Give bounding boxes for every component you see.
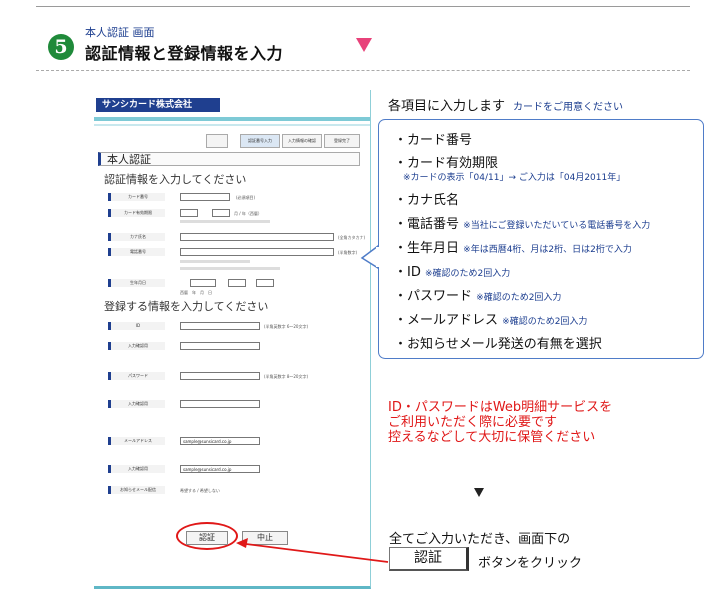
intro-note: カードをご用意ください — [513, 102, 624, 113]
password-input[interactable] — [180, 372, 260, 380]
email-confirm-input[interactable]: sample@sunsicard.co.jp — [180, 465, 260, 473]
step-number-badge: 5 — [48, 34, 74, 60]
crumb-blank — [206, 134, 228, 148]
item-card-number: ・カード番号 — [394, 133, 473, 148]
field-note: (半角英数字 8〜20文字) — [264, 374, 309, 379]
kana-name-input[interactable] — [180, 233, 334, 241]
field-note: 月 / 年（西暦） — [234, 211, 262, 216]
item-password: ・パスワード ※確認のため2回入力 — [394, 289, 562, 304]
expiry-month-input[interactable] — [180, 209, 198, 217]
item-kana-name: ・カナ氏名 — [394, 193, 460, 208]
auth-button-sample[interactable]: 認証 — [389, 547, 469, 571]
item-id: ・ID ※確認のため2回入力 — [394, 265, 511, 280]
field-label-password: パスワード — [108, 372, 165, 380]
field-label-id-confirm: 入力確認用 — [108, 342, 165, 350]
expiry-year-input[interactable] — [212, 209, 230, 217]
field-list-callout: ・カード番号 ・カード有効期限 ※カードの表示「04/11」→ ご入力は「04月… — [378, 119, 704, 359]
id-confirm-input[interactable] — [180, 342, 260, 350]
field-label-email-confirm: 入力確認用 — [108, 465, 165, 473]
crumb-step-3: 登録完了 — [324, 134, 360, 148]
field-label-expiry: カード有効期限 — [108, 209, 165, 217]
item-newsletter: ・お知らせメール発送の有無を選択 — [394, 337, 602, 352]
down-arrow-icon — [356, 38, 372, 52]
crumb-step-1: 認証番号入力 — [240, 134, 280, 148]
item-birthdate: ・生年月日 ※年は西暦4桁、月は2桁、日は2桁で入力 — [394, 241, 632, 256]
down-arrow-small-icon — [474, 488, 484, 497]
helper-text — [180, 220, 270, 223]
card-number-input[interactable] — [180, 193, 230, 201]
section-title: 本人認証 — [98, 152, 360, 166]
step-subtitle: 本人認証 画面 — [85, 26, 155, 39]
field-note: 西暦 年 月 日 — [180, 290, 212, 295]
field-note: (全角カタカナ) — [338, 235, 366, 240]
item-phone: ・電話番号 ※当社にご登録いただいている電話番号を入力 — [394, 217, 651, 232]
field-label-newsletter: お知らせメール配信 — [108, 486, 165, 494]
warning-text: ID・パスワードはWeb明細サービスを ご利用いただく際に必要です 控えるなどし… — [388, 400, 613, 445]
helper-text — [180, 267, 280, 270]
brand-logo: サンシカード株式会社 — [96, 98, 220, 112]
intro-main: 各項目に入力します — [388, 99, 506, 114]
field-label-email: メールアドレス — [108, 437, 165, 445]
final-instruction: 全てご入力いただき、画面下の — [389, 532, 571, 547]
field-label-password-confirm: 入力確認用 — [108, 400, 165, 408]
field-note: (必須項目) — [236, 195, 256, 200]
field-note: (半角数字) — [338, 250, 358, 255]
field-label-kana-name: カナ氏名 — [108, 233, 165, 241]
birth-month-input[interactable] — [228, 279, 246, 287]
birth-day-input[interactable] — [256, 279, 274, 287]
header-stripe-thin — [94, 124, 370, 126]
header-stripe — [94, 117, 370, 121]
cancel-button[interactable]: 中止 — [242, 531, 288, 545]
phone-input[interactable] — [180, 248, 334, 256]
field-note: (半角英数字 6〜20文字) — [264, 324, 309, 329]
id-input[interactable] — [180, 322, 260, 330]
crumb-step-2: 入力情報の確認 — [282, 134, 322, 148]
expiry-example-note: ※カードの表示「04/11」→ ご入力は「04月2011年」 — [403, 173, 626, 183]
newsletter-radio-group[interactable]: 希望する / 希望しない — [180, 488, 220, 494]
auth-heading: 認証情報を入力してください — [104, 173, 247, 186]
email-input[interactable]: sample@sunsicard.co.jp — [180, 437, 260, 445]
field-label-id: ID — [108, 322, 165, 330]
form-screenshot: サンシカード株式会社 認証番号入力 入力情報の確認 登録完了 本人認証 認証情報… — [94, 90, 371, 589]
top-divider — [36, 6, 690, 7]
item-card-expiry: ・カード有効期限 — [394, 156, 499, 171]
final-instruction-2: ボタンをクリック — [478, 556, 583, 571]
item-email: ・メールアドレス ※確認のため2回入力 — [394, 313, 588, 328]
dashed-divider — [36, 70, 690, 71]
helper-text — [180, 260, 250, 263]
birth-year-input[interactable] — [190, 279, 216, 287]
password-confirm-input[interactable] — [180, 400, 260, 408]
submit-button[interactable]: 認証 — [186, 531, 228, 545]
intro-text: 各項目に入力します カードをご用意ください — [388, 95, 623, 114]
field-label-birthdate: 生年月日 — [108, 279, 165, 287]
field-label-card-number: カード番号 — [108, 193, 165, 201]
field-label-phone: 電話番号 — [108, 248, 165, 256]
step-title: 認証情報と登録情報を入力 — [85, 44, 284, 63]
registration-heading: 登録する情報を入力してください — [104, 300, 269, 313]
